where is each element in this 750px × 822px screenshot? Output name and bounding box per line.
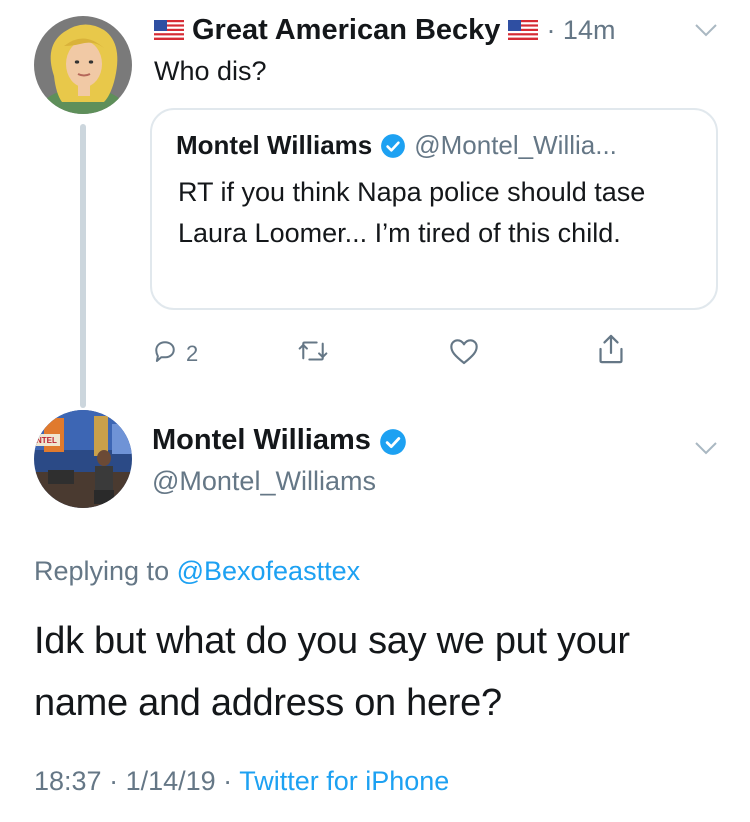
reply-author-name[interactable]: Montel Williams [152, 424, 371, 457]
replying-to-link[interactable]: @Bexofeasttex [177, 556, 361, 586]
us-flag-icon [154, 20, 184, 40]
retweet-button[interactable] [296, 336, 330, 371]
quoted-handle: @Montel_Willia... [414, 130, 617, 160]
quoted-tweet-text: RT if you think Napa police should tase … [178, 177, 646, 248]
reply-handle[interactable]: @Montel_Williams [152, 466, 376, 497]
reply-button[interactable]: 2 [150, 336, 198, 371]
share-icon [596, 332, 626, 371]
reply-text: Idk but what do you say we put your name… [34, 620, 630, 724]
quoted-tweet-header: Montel Williams @Montel_Willia... [176, 130, 617, 161]
verified-badge-icon [380, 133, 406, 159]
chevron-down-icon[interactable] [694, 22, 718, 38]
tweet-timestamp[interactable]: · 14m [546, 15, 615, 46]
meta-separator: · [215, 766, 240, 796]
replying-to-line: Replying to @Bexofeasttex [34, 556, 360, 587]
reply-icon [150, 336, 180, 371]
reply-date: 1/14/19 [125, 766, 216, 796]
like-button[interactable] [448, 336, 480, 371]
replying-to-prefix: Replying to [34, 556, 177, 586]
reply-time: 18:37 [34, 766, 102, 796]
svg-text:NTEL: NTEL [36, 436, 57, 445]
avatar-becky[interactable] [34, 16, 132, 114]
meta-separator: · [101, 766, 126, 796]
reply-source-link[interactable]: Twitter for iPhone [239, 766, 449, 796]
reply-meta: 18:37 · 1/14/19 · Twitter for iPhone [34, 766, 449, 797]
retweet-icon [296, 336, 330, 371]
verified-badge-icon [379, 428, 406, 455]
tweet-text: Who dis? [154, 56, 267, 86]
chevron-down-icon[interactable] [694, 440, 718, 456]
reply-count: 2 [186, 340, 199, 366]
like-icon [448, 336, 480, 371]
author-name[interactable]: Great American Becky [192, 14, 500, 47]
share-button[interactable] [596, 332, 626, 371]
avatar-montel[interactable]: NTEL [34, 410, 132, 508]
tweet-header: Great American Becky · 14m [154, 12, 615, 48]
us-flag-icon [508, 20, 539, 40]
thread-line [80, 124, 86, 408]
quoted-author-name: Montel Williams [176, 130, 373, 160]
reply-header: Montel Williams [152, 424, 406, 457]
